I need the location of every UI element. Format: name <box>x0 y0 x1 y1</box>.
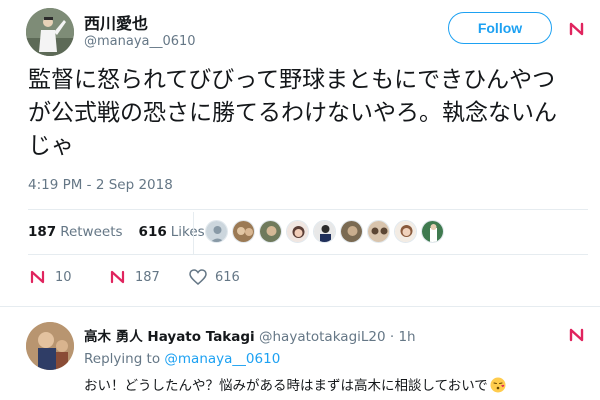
reply-text-body: おい！どうしたんや？悩みがある時はまずは高木に相談しておいで <box>84 378 488 394</box>
replying-to-link[interactable]: @manaya__0610 <box>164 351 280 367</box>
retweet-icon <box>110 270 125 284</box>
author-display-name[interactable]: 西川愛也 <box>84 10 148 34</box>
likes-label: Likes <box>170 224 205 240</box>
chevron-down-icon[interactable] <box>568 20 586 38</box>
follow-button[interactable]: Follow <box>448 12 552 44</box>
reply-header: 高木 勇人 Hayato Takagi @hayatotakagiL20 · 1… <box>84 325 416 345</box>
liker-avatar[interactable] <box>313 220 336 243</box>
liker-avatars <box>205 220 444 246</box>
retweets-count: 187 <box>28 224 57 240</box>
divider <box>28 254 588 255</box>
tweet-stats: 187 Retweets 616 Likes <box>28 221 205 243</box>
kissing-face-emoji-icon <box>490 377 506 393</box>
retweet-action[interactable]: 187 <box>108 267 188 287</box>
reply-text: おい！どうしたんや？悩みがある時はまずは高木に相談しておいで <box>84 374 506 394</box>
liker-avatar[interactable] <box>286 220 309 243</box>
replying-to: Replying to @manaya__0610 <box>84 351 280 367</box>
reply-author-handle[interactable]: @hayatotakagiL20 <box>259 329 386 345</box>
retweets-label: Retweets <box>60 224 123 240</box>
liker-avatar[interactable] <box>340 220 363 243</box>
liker-avatar[interactable] <box>421 220 444 243</box>
liker-avatar[interactable] <box>394 220 417 243</box>
tweet-timestamp[interactable]: 4:19 PM - 2 Sep 2018 <box>28 177 173 193</box>
liker-avatar[interactable] <box>367 220 390 243</box>
tweet-actions: 10 187 616 <box>28 265 240 289</box>
tweet-text: 監督に怒られてびびって野球まともにできひんやつが公式戦の恐さに勝てるわけないやろ… <box>28 67 557 159</box>
reply-time[interactable]: 1h <box>398 329 415 345</box>
liker-avatar[interactable] <box>205 220 228 243</box>
stats-separator <box>193 212 194 254</box>
author-handle[interactable]: @manaya__0610 <box>84 34 196 49</box>
reply-action[interactable]: 10 <box>28 267 108 287</box>
liker-avatar[interactable] <box>232 220 255 243</box>
reply-author-avatar[interactable] <box>26 322 74 370</box>
like-action[interactable]: 616 <box>188 267 240 287</box>
chevron-down-icon[interactable] <box>568 326 586 344</box>
divider <box>28 209 588 210</box>
retweets-stat[interactable]: 187 Retweets <box>28 224 123 240</box>
reply-count: 10 <box>55 269 72 285</box>
retweet-count: 187 <box>135 269 160 285</box>
liker-avatar[interactable] <box>259 220 282 243</box>
reply-author-name[interactable]: 高木 勇人 Hayato Takagi <box>84 329 255 345</box>
likes-stat[interactable]: 616 Likes <box>139 224 205 240</box>
heart-icon <box>189 269 207 285</box>
author-avatar[interactable] <box>26 8 74 56</box>
like-count: 616 <box>215 269 240 285</box>
replying-prefix: Replying to <box>84 351 165 367</box>
likes-count: 616 <box>138 224 167 240</box>
reply-icon <box>30 270 45 284</box>
reply-separator: · <box>385 329 399 345</box>
divider <box>0 306 600 307</box>
